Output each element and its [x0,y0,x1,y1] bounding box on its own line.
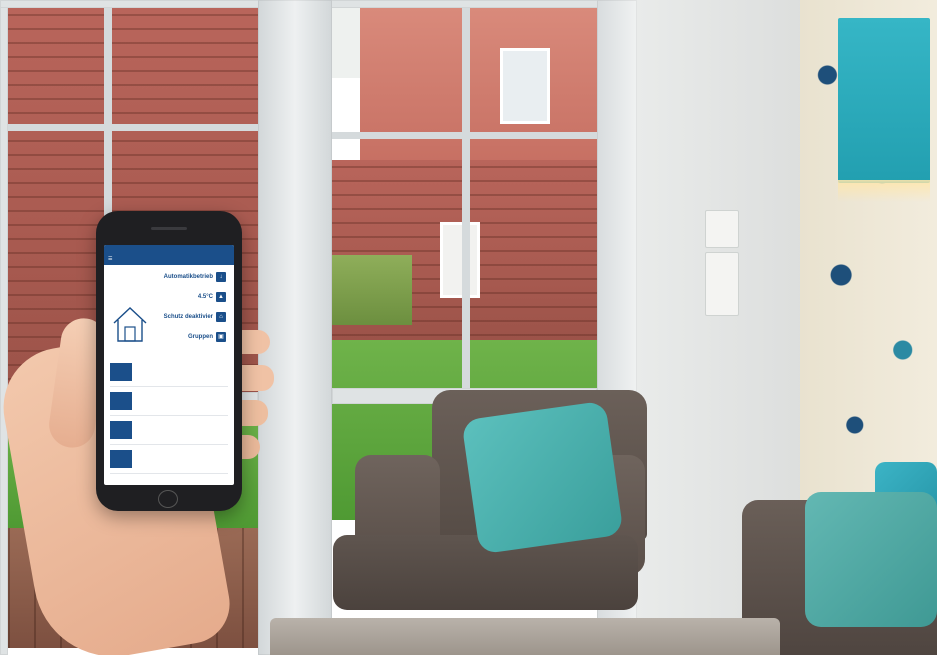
teal-lamp-shade [838,18,930,183]
upper-window [500,48,550,124]
shield-icon: ⌂ [216,312,226,322]
action-temperature[interactable]: 4.5°C ▲ [198,292,226,302]
mullion-center-v [462,8,470,388]
device-tile [110,450,132,468]
mullion-center-h [332,132,597,139]
auto-icon: ↓ [216,272,226,282]
list-item[interactable] [110,416,228,445]
action-automatic[interactable]: Automatikbetrieb ↓ [164,272,226,282]
roof [360,8,597,168]
app-hero: Automatikbetrieb ↓ 4.5°C ▲ Schutz deakti… [104,265,234,357]
group-icon: ▣ [216,332,226,342]
window-post-center [258,0,332,655]
phone-status-bar [104,245,234,253]
action-groups[interactable]: Gruppen ▣ [188,332,226,342]
list-item[interactable] [110,387,228,416]
lamp-glow [838,180,930,202]
window-frame-top [0,0,700,8]
action-protection[interactable]: Schutz deaktivier ⌂ [164,312,226,322]
window-frame-left [0,0,8,655]
mullion-left-h [8,124,258,131]
smartphone: ☰ Automatikbetrieb ↓ 4.5°C ▲ Schutz deak… [96,211,242,511]
device-list [110,358,228,474]
living-room-photo: ☰ Automatikbetrieb ↓ 4.5°C ▲ Schutz deak… [0,0,937,655]
list-item[interactable] [110,358,228,387]
coffee-table [270,618,780,655]
phone-screen: ☰ Automatikbetrieb ↓ 4.5°C ▲ Schutz deak… [104,245,234,485]
light-switch-bottom [705,252,739,316]
thermo-icon: ▲ [216,292,226,302]
hedge [332,255,412,325]
app-nav-bar: ☰ [104,253,234,265]
light-switch-top [705,210,739,248]
teal-cushion-right-front [805,492,937,627]
house-window [440,222,480,298]
device-tile [110,363,132,381]
phone-home-button[interactable] [158,490,178,508]
device-tile [110,392,132,410]
device-tile [110,421,132,439]
list-item[interactable] [110,445,228,474]
phone-speaker [151,227,187,230]
teal-cushion-center [461,400,624,555]
house-icon [113,307,147,342]
menu-icon[interactable]: ☰ [108,253,112,265]
